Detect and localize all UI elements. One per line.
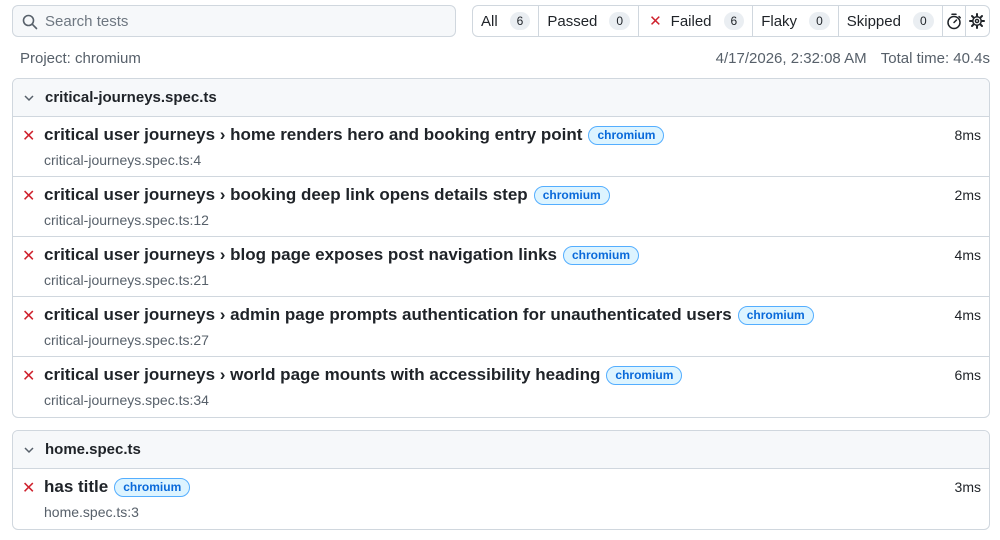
x-icon: ✕ [22, 480, 36, 497]
test-title[interactable]: critical user journeys › blog page expos… [44, 245, 557, 265]
filter-count: 6 [723, 12, 745, 30]
gear-icon [969, 13, 986, 29]
test-title[interactable]: has title [44, 477, 108, 497]
test-duration: 3ms [954, 479, 981, 495]
filter-skipped[interactable]: Skipped 0 [839, 6, 943, 36]
test-title[interactable]: critical user journeys › world page moun… [44, 365, 600, 385]
filter-label: All [481, 12, 498, 30]
test-duration: 8ms [954, 127, 981, 143]
test-duration: 2ms [954, 187, 981, 203]
filter-count: 0 [912, 12, 934, 30]
filter-label: Passed [547, 12, 598, 30]
test-title[interactable]: critical user journeys › booking deep li… [44, 185, 528, 205]
project-badge[interactable]: chromium [606, 365, 683, 385]
x-icon: ✕ [649, 13, 662, 30]
search-input[interactable] [45, 7, 445, 35]
x-icon: ✕ [22, 188, 36, 205]
test-row[interactable]: ✕ critical user journeys › admin page pr… [13, 297, 989, 357]
filter-all[interactable]: All 6 [473, 6, 540, 36]
project-badge[interactable]: chromium [533, 185, 610, 205]
filter-label: Failed [670, 12, 712, 30]
filter-flaky[interactable]: Flaky 0 [753, 6, 839, 36]
test-duration: 4ms [954, 307, 981, 323]
project-badge[interactable]: chromium [737, 305, 814, 325]
project-badge[interactable]: chromium [114, 477, 191, 497]
run-meta: 4/17/2026, 2:32:08 AM Total time: 40.4s [716, 50, 990, 67]
test-duration: 6ms [954, 367, 981, 383]
filter-count: 6 [509, 12, 531, 30]
test-location: critical-journeys.spec.ts:27 [44, 332, 209, 348]
filter-label: Flaky [761, 12, 798, 30]
x-icon: ✕ [22, 128, 36, 145]
filter-count: 0 [609, 12, 631, 30]
x-icon: ✕ [22, 248, 36, 265]
test-duration: 4ms [954, 247, 981, 263]
test-title[interactable]: critical user journeys › home renders he… [44, 125, 582, 145]
test-location: home.spec.ts:3 [44, 504, 139, 520]
search-icon [22, 14, 38, 30]
status-filter-bar: All 6 Passed 0 ✕ Failed 6 Flaky 0 Skippe… [472, 5, 990, 37]
total-time: Total time: 40.4s [880, 50, 990, 67]
filter-count: 0 [809, 12, 830, 30]
filter-failed[interactable]: ✕ Failed 6 [639, 6, 754, 36]
file-section: home.spec.ts ✕ has title chromium home.s… [12, 430, 990, 530]
settings-button[interactable] [966, 6, 989, 36]
file-header[interactable]: home.spec.ts [13, 431, 989, 469]
filter-passed[interactable]: Passed 0 [539, 6, 640, 36]
test-location: critical-journeys.spec.ts:4 [44, 152, 202, 168]
test-location: critical-journeys.spec.ts:12 [44, 212, 209, 228]
chevron-down-icon [24, 94, 34, 101]
test-row[interactable]: ✕ critical user journeys › world page mo… [13, 357, 989, 417]
chevron-down-icon [24, 446, 34, 453]
test-row[interactable]: ✕ critical user journeys › booking deep … [13, 177, 989, 237]
stopwatch-icon [947, 12, 961, 29]
test-location: critical-journeys.spec.ts:21 [44, 272, 209, 288]
test-row[interactable]: ✕ critical user journeys › blog page exp… [13, 237, 989, 297]
project-badge[interactable]: chromium [562, 245, 639, 265]
test-row[interactable]: ✕ critical user journeys › home renders … [13, 117, 989, 177]
test-title[interactable]: critical user journeys › admin page prom… [44, 305, 732, 325]
project-label: Project: chromium [20, 50, 141, 67]
project-badge[interactable]: chromium [588, 125, 665, 145]
speedboard-button[interactable] [943, 6, 966, 36]
run-timestamp: 4/17/2026, 2:32:08 AM [715, 50, 867, 67]
file-name: critical-journeys.spec.ts [45, 89, 217, 106]
x-icon: ✕ [22, 368, 36, 385]
file-section: critical-journeys.spec.ts ✕ critical use… [12, 78, 990, 418]
test-row[interactable]: ✕ has title chromium home.spec.ts:3 3ms [13, 469, 989, 529]
file-header[interactable]: critical-journeys.spec.ts [13, 79, 989, 117]
search-box[interactable] [12, 5, 456, 37]
x-icon: ✕ [22, 308, 36, 325]
file-name: home.spec.ts [45, 441, 141, 458]
test-location: critical-journeys.spec.ts:34 [44, 392, 209, 408]
filter-label: Skipped [846, 12, 901, 30]
